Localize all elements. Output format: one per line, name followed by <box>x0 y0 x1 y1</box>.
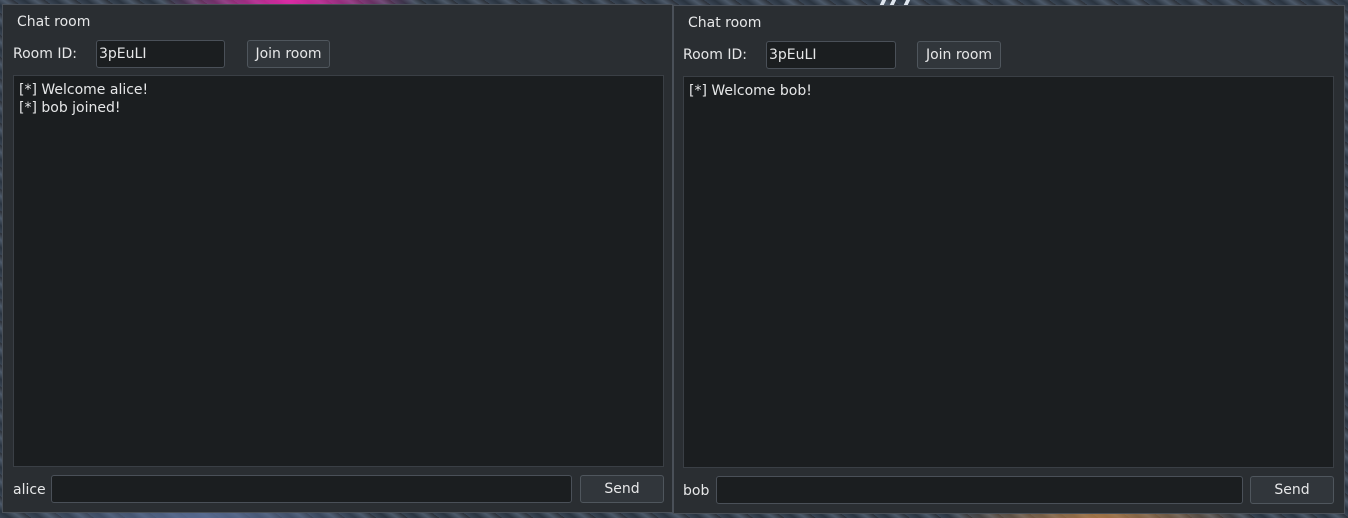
send-button[interactable]: Send <box>1250 476 1334 504</box>
username-label: alice <box>13 482 46 498</box>
join-room-button[interactable]: Join room <box>247 40 330 68</box>
log-line: [*] Welcome bob! <box>689 83 812 99</box>
message-input[interactable] <box>716 476 1243 504</box>
join-room-button[interactable]: Join room <box>917 41 1001 69</box>
room-id-label: Room ID: <box>683 47 747 63</box>
log-line: [*] Welcome alice! <box>19 82 149 98</box>
window-title: Chat room <box>688 15 762 31</box>
chat-window-alice: Chat room Room ID: 3pEuLI Join room [*] … <box>2 4 673 513</box>
log-line: [*] bob joined! <box>19 100 121 116</box>
message-input[interactable] <box>51 475 572 503</box>
message-log: [*] Welcome alice! [*] bob joined! <box>13 75 664 467</box>
room-id-label: Room ID: <box>13 46 77 62</box>
window-title: Chat room <box>17 14 91 30</box>
chat-window-bob: Chat room Room ID: 3pEuLI Join room [*] … <box>673 5 1345 514</box>
username-label: bob <box>683 483 710 499</box>
room-id-input[interactable]: 3pEuLI <box>96 40 225 68</box>
send-button[interactable]: Send <box>580 475 664 503</box>
message-log: [*] Welcome bob! <box>683 76 1334 468</box>
room-id-input[interactable]: 3pEuLI <box>766 41 896 69</box>
